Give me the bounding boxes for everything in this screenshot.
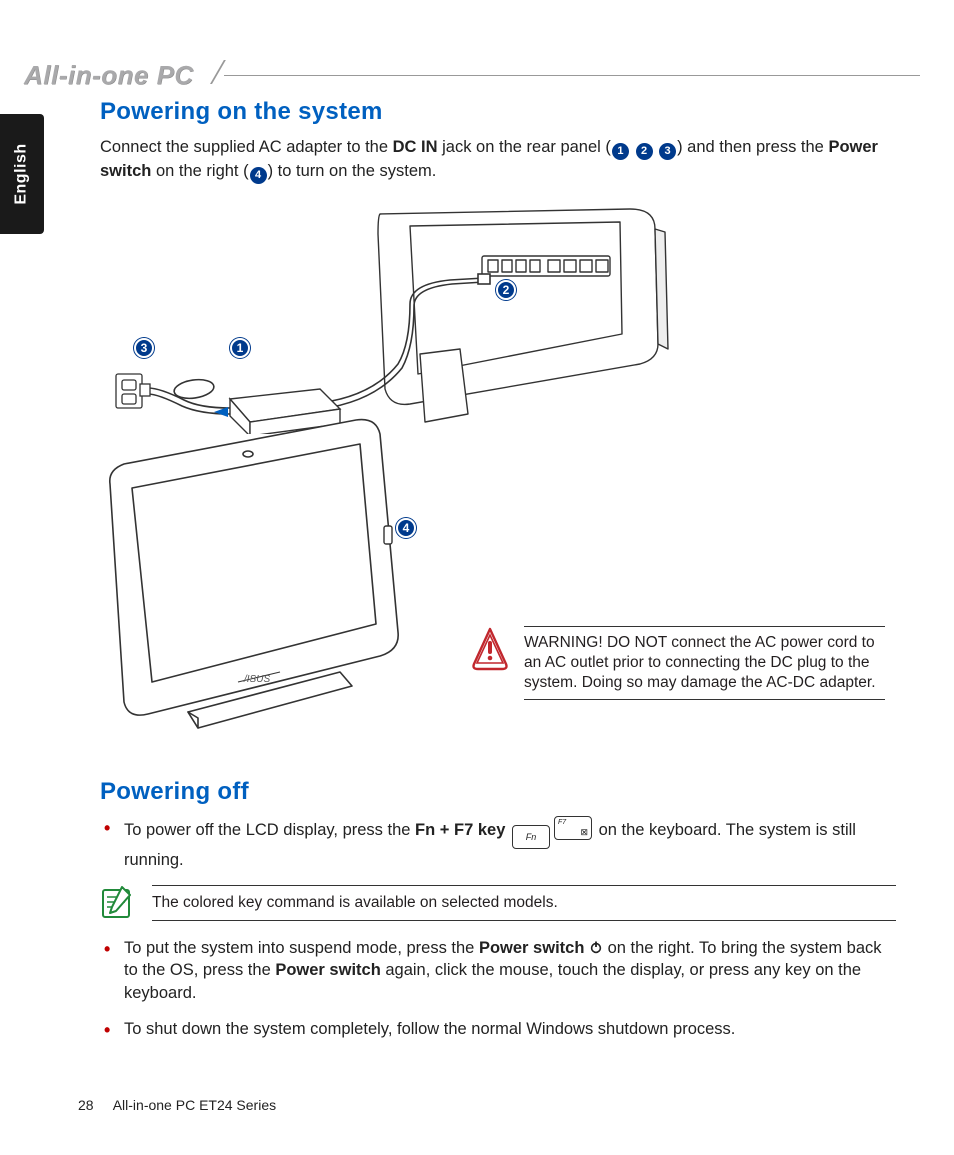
text: ) to turn on the system. [268, 162, 437, 180]
text-bold: Fn + F7 key [415, 821, 505, 839]
warning-icon [470, 626, 510, 672]
diagram-front-illustration: /ISUS [80, 414, 420, 734]
text: To shut down the system completely, foll… [124, 1020, 735, 1038]
text: ) and then press the [677, 138, 828, 156]
diagram-callout-1: 1 [230, 338, 250, 358]
warning-text: WARNING! DO NOT connect the AC power cor… [524, 633, 885, 693]
diagram-callout-2: 2 [496, 280, 516, 300]
page-number: 28 [78, 1097, 94, 1113]
text: To put the system into suspend mode, pre… [124, 939, 479, 957]
bullet-1: To power off the LCD display, press the … [100, 816, 896, 871]
callout-3-icon: 3 [659, 143, 676, 160]
header-rule: All-in-one PC [24, 60, 920, 91]
heading-powering-off: Powering off [100, 778, 896, 806]
keycap-f7-icon: F7⊠ [554, 816, 592, 840]
text-bold: DC IN [393, 138, 438, 156]
note-icon [100, 885, 134, 921]
power-icon [589, 940, 603, 954]
text-bold: Power switch [479, 939, 584, 957]
keycap-fn-icon: Fn [512, 825, 550, 849]
page-title: All-in-one PC [24, 60, 208, 91]
text: Connect the supplied AC adapter to the [100, 138, 393, 156]
svg-text:/ISUS: /ISUS [243, 674, 270, 685]
warning-box: WARNING! DO NOT connect the AC power cor… [470, 626, 885, 700]
text-bold: Power switch [275, 961, 380, 979]
bullet-3: To shut down the system completely, foll… [100, 1018, 896, 1040]
bullet-list-2: To put the system into suspend mode, pre… [100, 937, 896, 1040]
text: To power off the LCD display, press the [124, 821, 415, 839]
callout-4-icon: 4 [250, 167, 267, 184]
footer-label: All-in-one PC ET24 Series [113, 1097, 276, 1113]
page-header: All-in-one PC [24, 46, 920, 76]
page-footer: 28 All-in-one PC ET24 Series [78, 1097, 276, 1113]
bullet-list: To power off the LCD display, press the … [100, 816, 896, 871]
text: on the right ( [151, 162, 248, 180]
callout-2-icon: 2 [636, 143, 653, 160]
callout-1-icon: 1 [612, 143, 629, 160]
bullet-2: To put the system into suspend mode, pre… [100, 937, 896, 1004]
diagram-callout-4: 4 [396, 518, 416, 538]
diagram-callout-3: 3 [134, 338, 154, 358]
diagram-rear-illustration [110, 204, 670, 434]
text: jack on the rear panel ( [438, 138, 611, 156]
language-label: English [13, 143, 31, 204]
language-tab: English [0, 114, 44, 234]
intro-paragraph: Connect the supplied AC adapter to the D… [100, 136, 896, 184]
diagram-area: 2 1 3 /ISUS 4 [100, 194, 896, 754]
note-box: The colored key command is available on … [100, 885, 896, 921]
heading-powering-on: Powering on the system [100, 98, 896, 126]
note-text: The colored key command is available on … [152, 894, 896, 912]
